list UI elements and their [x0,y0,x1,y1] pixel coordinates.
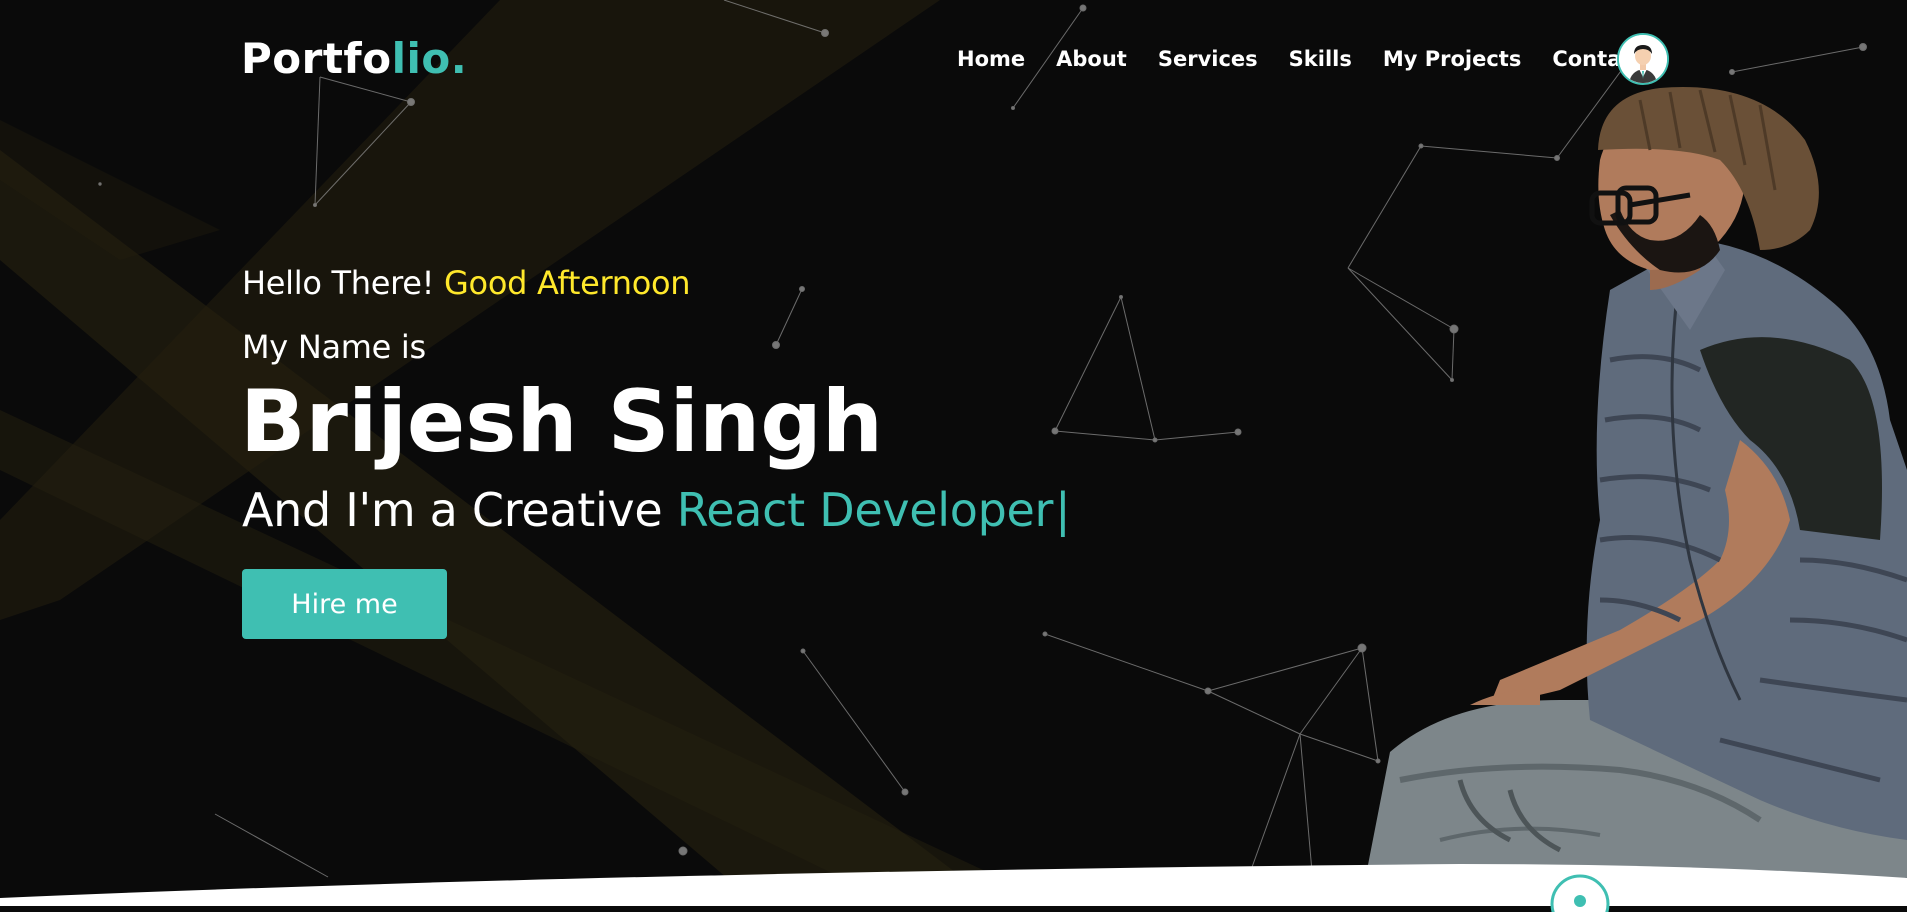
hero-role: And I'm a Creative React Developer| [242,481,1071,539]
logo-accent: lio. [391,34,468,83]
logo[interactable]: Portfolio. [241,33,467,85]
logo-main: Portfo [241,34,392,83]
nav-link-services[interactable]: Services [1158,44,1258,74]
user-avatar-icon[interactable] [1617,33,1669,85]
nav-link-my-projects[interactable]: My Projects [1383,44,1522,74]
hero-name: Brijesh Singh [240,372,884,472]
nav-link-about[interactable]: About [1056,44,1127,74]
greeting-text: Hello There! [242,264,435,302]
hire-me-button[interactable]: Hire me [242,569,447,639]
navbar: Portfolio. Home About Services Skills My… [0,0,1907,120]
nav-link-home[interactable]: Home [957,44,1025,74]
developer-illustration [1360,87,1907,906]
scroll-down-icon[interactable] [1548,872,1612,912]
typing-caret: | [1055,483,1071,537]
time-of-day-greeting: Good Afternoon [444,264,691,302]
hero-greeting: Hello There! Good Afternoon [242,262,691,304]
hero-intro: My Name is [242,328,426,366]
nav-menu: Home About Services Skills My Projects C… [940,44,1675,74]
nav-link-skills[interactable]: Skills [1289,44,1352,74]
role-prefix: And I'm a Creative [242,483,663,537]
role-typed: React Developer [676,483,1054,537]
avatar-face-icon [1619,35,1667,83]
